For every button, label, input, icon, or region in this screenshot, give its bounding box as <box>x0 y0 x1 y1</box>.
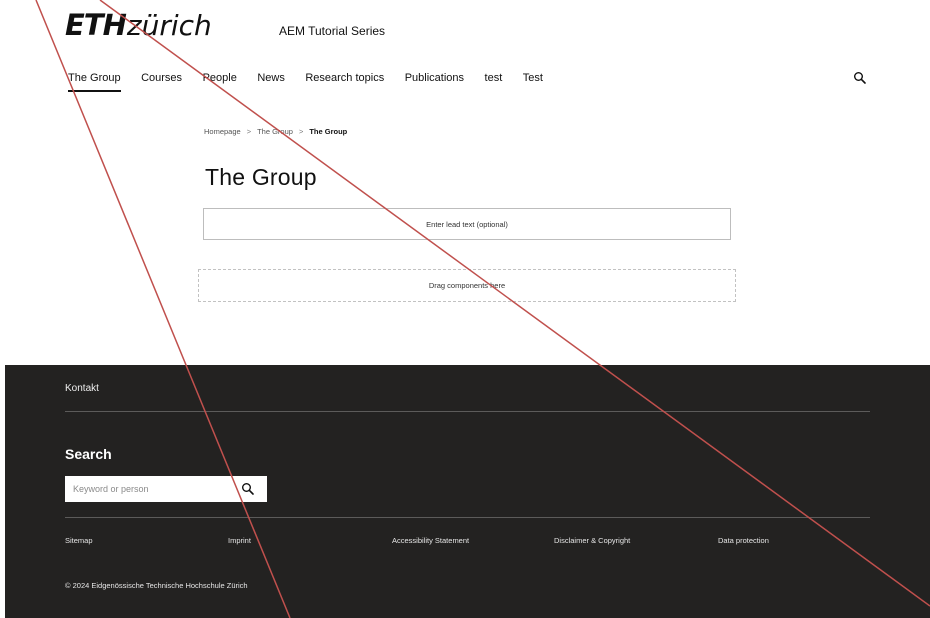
breadcrumb-homepage[interactable]: Homepage <box>204 127 241 136</box>
nav-item-publications[interactable]: Publications <box>405 72 464 92</box>
nav-item-test-lower[interactable]: test <box>485 72 503 92</box>
footer-link-accessibility[interactable]: Accessibility Statement <box>392 536 469 545</box>
footer-search-input[interactable] <box>65 476 235 502</box>
footer-search-box <box>65 476 267 502</box>
drop-zone[interactable]: Drag components here <box>198 269 736 302</box>
footer: Kontakt Search Sitemap Imprint Accessibi… <box>5 365 930 618</box>
footer-link-imprint[interactable]: Imprint <box>228 536 251 545</box>
breadcrumb-the-group[interactable]: The Group <box>257 127 293 136</box>
breadcrumb: Homepage > The Group > The Group <box>204 127 347 136</box>
logo-zurich-text: zürich <box>126 9 212 42</box>
footer-link-data-protection[interactable]: Data protection <box>718 536 769 545</box>
breadcrumb-current: The Group <box>309 127 348 136</box>
nav-item-people[interactable]: People <box>203 72 237 92</box>
nav-item-the-group[interactable]: The Group <box>68 72 121 92</box>
footer-search-title: Search <box>65 446 112 462</box>
nav-item-courses[interactable]: Courses <box>141 72 182 92</box>
nav-item-test-upper[interactable]: Test <box>523 72 543 92</box>
breadcrumb-separator: > <box>246 127 252 136</box>
footer-divider <box>65 411 870 412</box>
page-title: The Group <box>205 164 317 190</box>
site-title[interactable]: AEM Tutorial Series <box>279 24 385 38</box>
eth-logo[interactable]: ETH zürich <box>65 8 212 42</box>
footer-link-sitemap[interactable]: Sitemap <box>65 536 93 545</box>
search-icon[interactable] <box>241 482 255 496</box>
nav-item-news[interactable]: News <box>257 72 285 92</box>
footer-link-disclaimer[interactable]: Disclaimer & Copyright <box>554 536 630 545</box>
copyright: © 2024 Eidgenössische Technische Hochsch… <box>65 581 248 590</box>
footer-contact-link[interactable]: Kontakt <box>65 383 99 394</box>
breadcrumb-separator: > <box>298 127 304 136</box>
lead-text-field[interactable]: Enter lead text (optional) <box>203 208 731 240</box>
footer-divider <box>65 517 870 518</box>
search-icon[interactable] <box>853 71 867 85</box>
main-navigation: The Group Courses People News Research t… <box>68 72 563 92</box>
logo-eth-text: ETH <box>65 8 127 42</box>
nav-item-research-topics[interactable]: Research topics <box>305 72 384 92</box>
